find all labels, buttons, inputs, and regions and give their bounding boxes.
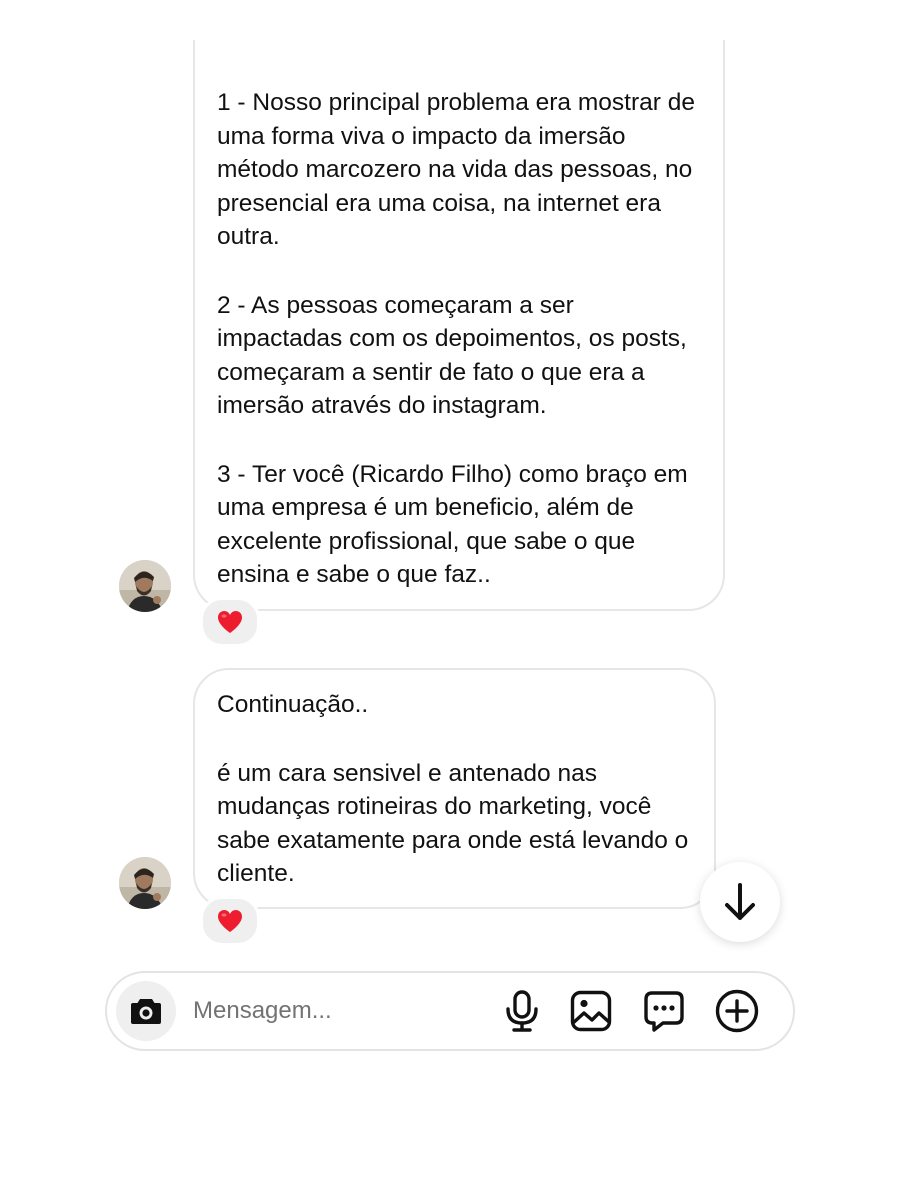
gallery-icon: [570, 990, 612, 1032]
sticker-button[interactable]: [642, 989, 686, 1033]
message-text: Continuação..: [217, 691, 369, 718]
heart-icon: [218, 611, 242, 633]
message-bubble-1[interactable]: 1 - Nosso principal problema era mostrar…: [193, 40, 725, 611]
avatar[interactable]: [119, 857, 171, 909]
scroll-to-bottom-button[interactable]: [700, 862, 780, 942]
gallery-button[interactable]: [569, 989, 613, 1033]
add-button[interactable]: [715, 989, 759, 1033]
reaction-badge[interactable]: [200, 597, 260, 647]
message-input[interactable]: [193, 991, 493, 1031]
camera-button[interactable]: [116, 981, 176, 1041]
microphone-icon: [506, 990, 538, 1032]
camera-icon: [131, 999, 161, 1024]
message-text: é um cara sensivel e antenado nas mudanç…: [217, 759, 689, 888]
reaction-badge[interactable]: [200, 896, 260, 946]
message-text: 1 - Nosso principal problema era mostrar…: [217, 89, 695, 250]
sticker-chat-icon: [644, 991, 684, 1032]
voice-message-button[interactable]: [500, 989, 544, 1033]
heart-icon: [218, 910, 242, 932]
message-text: 2 - As pessoas começaram a ser impactada…: [217, 291, 687, 420]
message-text: 3 - Ter você (Ricardo Filho) como braço …: [217, 460, 688, 589]
arrow-down-icon: [725, 883, 755, 920]
message-composer: [105, 971, 795, 1051]
plus-circle-icon: [715, 989, 759, 1033]
avatar[interactable]: [119, 560, 171, 612]
message-bubble-2[interactable]: Continuação.. é um cara sensivel e anten…: [193, 668, 716, 909]
